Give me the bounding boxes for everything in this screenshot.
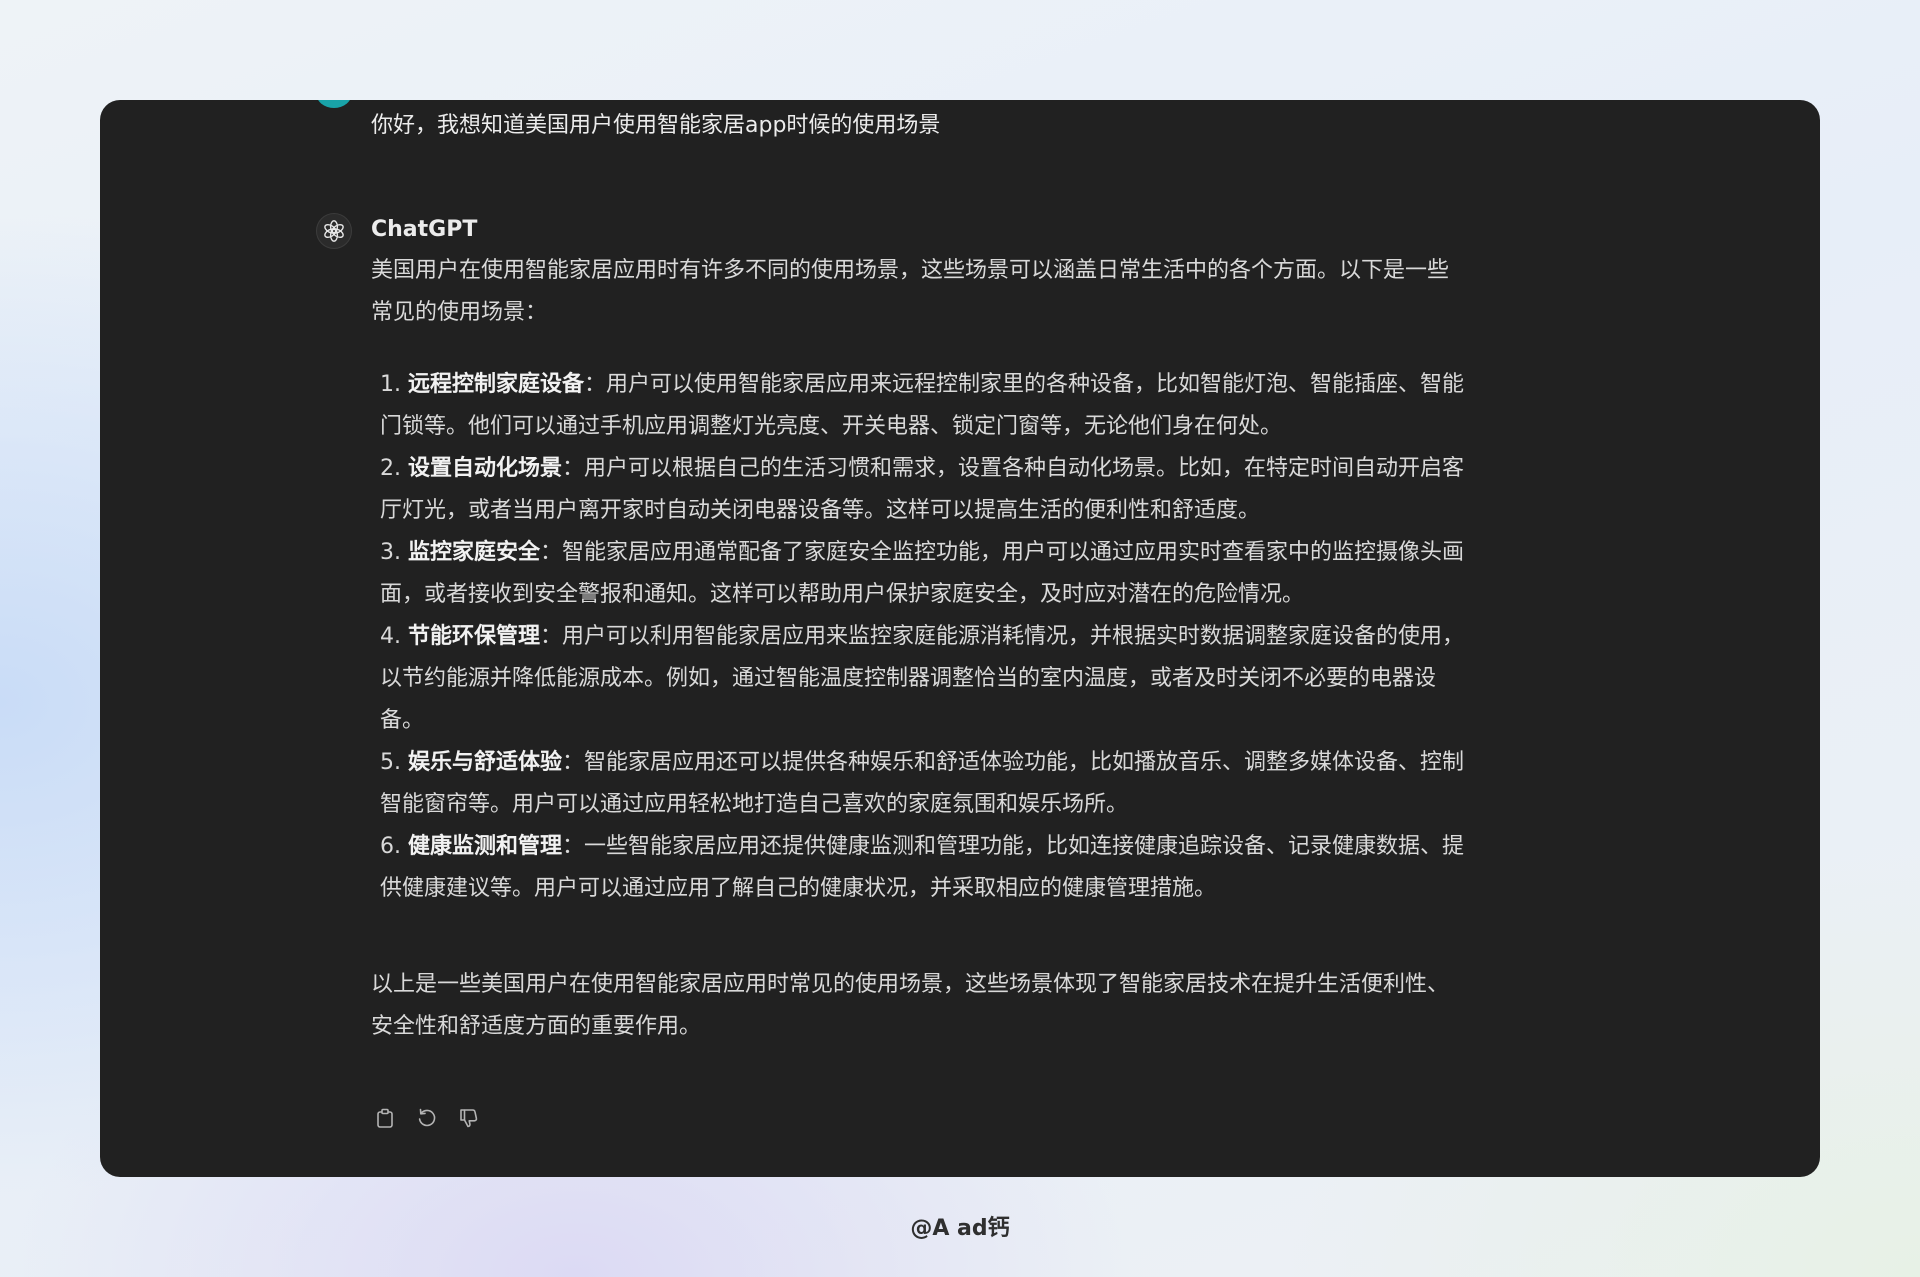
scenario-list: 1. 远程控制家庭设备：用户可以使用智能家居应用来远程控制家里的各种设备，比如智… — [371, 364, 1466, 910]
assistant-message: 美国用户在使用智能家居应用时有许多不同的使用场景，这些场景可以涵盖日常生活中的各… — [371, 250, 1466, 1048]
list-item-title: 设置自动化场景 — [408, 456, 563, 481]
copy-button[interactable] — [371, 1104, 399, 1132]
watermark: @A ad钙 — [910, 1216, 1010, 1241]
list-item-title: 节能环保管理 — [408, 624, 541, 649]
list-item-title: 远程控制家庭设备 — [408, 372, 585, 397]
list-item: 2. 设置自动化场景：用户可以根据自己的生活习惯和需求，设置各种自动化场景。比如… — [380, 448, 1466, 532]
copy-icon — [377, 1108, 393, 1128]
list-item-number: 5. — [380, 750, 401, 775]
list-item-title: 监控家庭安全 — [408, 540, 541, 565]
thumbs-down-icon — [460, 1109, 478, 1128]
answer-conclusion: 以上是一些美国用户在使用智能家居应用时常见的使用场景，这些场景体现了智能家居技术… — [371, 972, 1450, 1039]
list-item: 4. 节能环保管理：用户可以利用智能家居应用来监控家庭能源消耗情况，并根据实时数… — [380, 616, 1466, 742]
list-item-title: 健康监测和管理 — [408, 834, 563, 859]
chat-panel: 你好，我想知道美国用户使用智能家居app时候的使用场景 ChatGPT 美国用户… — [100, 100, 1820, 1177]
list-item: 3. 监控家庭安全：智能家居应用通常配备了家庭安全监控功能，用户可以通过应用实时… — [380, 532, 1466, 616]
list-item-text: ：用户可以利用智能家居应用来监控家庭能源消耗情况，并根据实时数据调整家庭设备的使… — [380, 624, 1465, 733]
regenerate-button[interactable] — [413, 1104, 441, 1132]
list-item-number: 2. — [380, 456, 401, 481]
user-avatar — [316, 100, 352, 108]
chatgpt-logo-icon — [316, 213, 352, 249]
list-item: 1. 远程控制家庭设备：用户可以使用智能家居应用来远程控制家里的各种设备，比如智… — [380, 364, 1466, 448]
list-item: 6. 健康监测和管理：一些智能家居应用还提供健康监测和管理功能，比如连接健康追踪… — [380, 826, 1466, 910]
list-item-number: 3. — [380, 540, 401, 565]
list-item-number: 6. — [380, 834, 401, 859]
list-item-number: 1. — [380, 372, 401, 397]
thumbs-down-button[interactable] — [455, 1104, 483, 1132]
message-actions — [371, 1104, 483, 1132]
list-item-title: 娱乐与舒适体验 — [408, 750, 563, 775]
list-item-text: ：智能家居应用通常配备了家庭安全监控功能，用户可以通过应用实时查看家中的监控摄像… — [380, 540, 1465, 607]
assistant-name: ChatGPT — [371, 217, 478, 242]
user-message: 你好，我想知道美国用户使用智能家居app时候的使用场景 — [371, 113, 941, 138]
answer-intro: 美国用户在使用智能家居应用时有许多不同的使用场景，这些场景可以涵盖日常生活中的各… — [371, 258, 1450, 325]
regenerate-icon — [418, 1108, 436, 1127]
list-item-number: 4. — [380, 624, 401, 649]
list-item: 5. 娱乐与舒适体验：智能家居应用还可以提供各种娱乐和舒适体验功能，比如播放音乐… — [380, 742, 1466, 826]
